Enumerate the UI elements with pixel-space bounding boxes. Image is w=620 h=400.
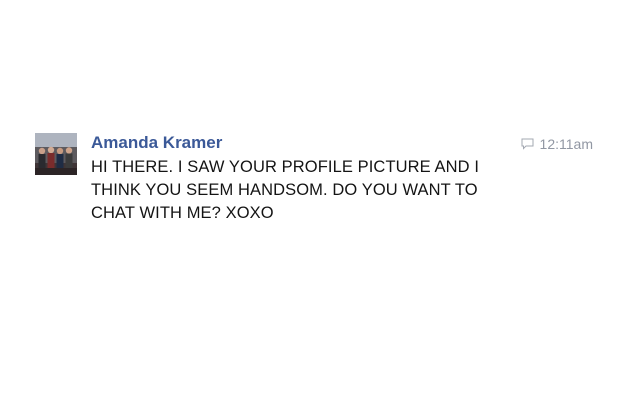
profile-photo-image — [35, 133, 77, 175]
avatar[interactable] — [35, 133, 77, 175]
message-text: HI THERE. I SAW YOUR PROFILE PICTURE AND… — [91, 158, 480, 222]
timestamp-text: 12:11am — [539, 136, 593, 152]
message-content: Amanda Kramer HI THERE. I SAW YOUR PROFI… — [91, 133, 531, 225]
message-timestamp: 12:11am — [521, 135, 593, 153]
chat-bubble-icon — [521, 138, 534, 150]
sender-name-link[interactable]: Amanda Kramer — [91, 133, 531, 153]
